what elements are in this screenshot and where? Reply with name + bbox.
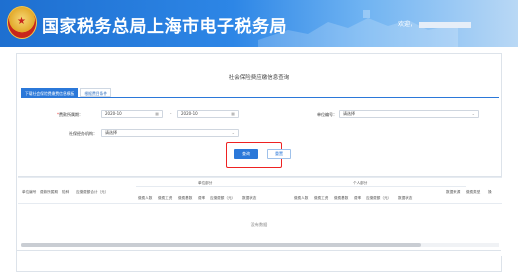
unit-no-label: 单位编号： xyxy=(317,112,337,117)
unit-sub-status: 数据状态 xyxy=(242,196,257,200)
agency-select[interactable]: 请选择 ⌄ xyxy=(101,129,239,137)
chevron-down-icon: ⌄ xyxy=(471,111,475,116)
period-label: *费款所属期： xyxy=(57,112,83,117)
table-horizontal-scrollbar[interactable] xyxy=(21,243,499,247)
unit-sub-due: 应缴费额（元） xyxy=(210,196,236,200)
reset-button[interactable]: 重置 xyxy=(267,149,291,159)
page-title: 社会保险费应缴信息查询 xyxy=(228,75,290,81)
personal-sub-wage: 缴费工资 xyxy=(314,196,329,200)
period-from-input[interactable]: 2020-10 ▦ xyxy=(101,110,163,118)
tab-download-template[interactable]: 下载社会保险费缴费信息模板 xyxy=(21,88,79,97)
welcome-text: 欢迎， xyxy=(398,19,472,28)
range-separator: - xyxy=(170,111,172,116)
col-payment-type: 缴费类型 xyxy=(466,190,481,194)
welcome-prefix: 欢迎， xyxy=(398,21,417,28)
personal-sub-rate: 费率 xyxy=(354,196,362,200)
unit-sub-base: 缴费基数 xyxy=(178,196,193,200)
main-panel: 社会保险费应缴信息查询 下载社会保险费缴费信息模板 根据费目条件 *费款所属期：… xyxy=(16,53,502,272)
calendar-icon: ▦ xyxy=(155,111,159,116)
period-to-input[interactable]: 2020-10 ▦ xyxy=(177,110,239,118)
site-header: ★ 国家税务总局上海市电子税务局 欢迎， xyxy=(0,0,518,47)
personal-sub-base: 缴费基数 xyxy=(334,196,349,200)
chevron-down-icon: ⌄ xyxy=(231,130,235,135)
personal-sub-status: 数据状态 xyxy=(398,196,413,200)
col-operation: 操 xyxy=(488,190,492,194)
tax-emblem-icon: ★ xyxy=(7,6,37,39)
user-name-mask xyxy=(419,21,472,28)
personal-sub-due: 应缴费额（元） xyxy=(366,196,392,200)
unit-sub-count: 缴费人数 xyxy=(138,196,153,200)
agency-label: 社保经办机构： xyxy=(69,131,97,136)
unit-no-select[interactable]: 请选择 ⌄ xyxy=(339,110,479,118)
col-unit-no: 单位编号 xyxy=(22,190,37,194)
personal-sub-count: 缴费人数 xyxy=(294,196,309,200)
table-bottom-border xyxy=(17,250,501,251)
unit-sub-wage: 缴费工资 xyxy=(158,196,173,200)
col-total-due: 应缴费额合计（元） xyxy=(76,190,109,194)
unit-sub-rate: 费率 xyxy=(198,196,206,200)
site-title: 国家税务总局上海市电子税务局 xyxy=(42,17,287,37)
tab-bar: 下载社会保险费缴费信息模板 根据费目条件 xyxy=(21,88,112,97)
calendar-icon: ▦ xyxy=(231,111,235,116)
col-insurance-type: 险种 xyxy=(62,190,70,194)
query-button[interactable]: 查询 xyxy=(234,149,258,159)
scrollbar-thumb[interactable] xyxy=(21,243,421,247)
col-period: 费款所属期 xyxy=(40,190,58,194)
tab-by-conditions[interactable]: 根据费目条件 xyxy=(80,88,112,97)
col-data-source: 数据来源 xyxy=(446,190,461,194)
tab-underline xyxy=(21,97,499,98)
empty-table-text: 没有数据 xyxy=(250,222,268,227)
